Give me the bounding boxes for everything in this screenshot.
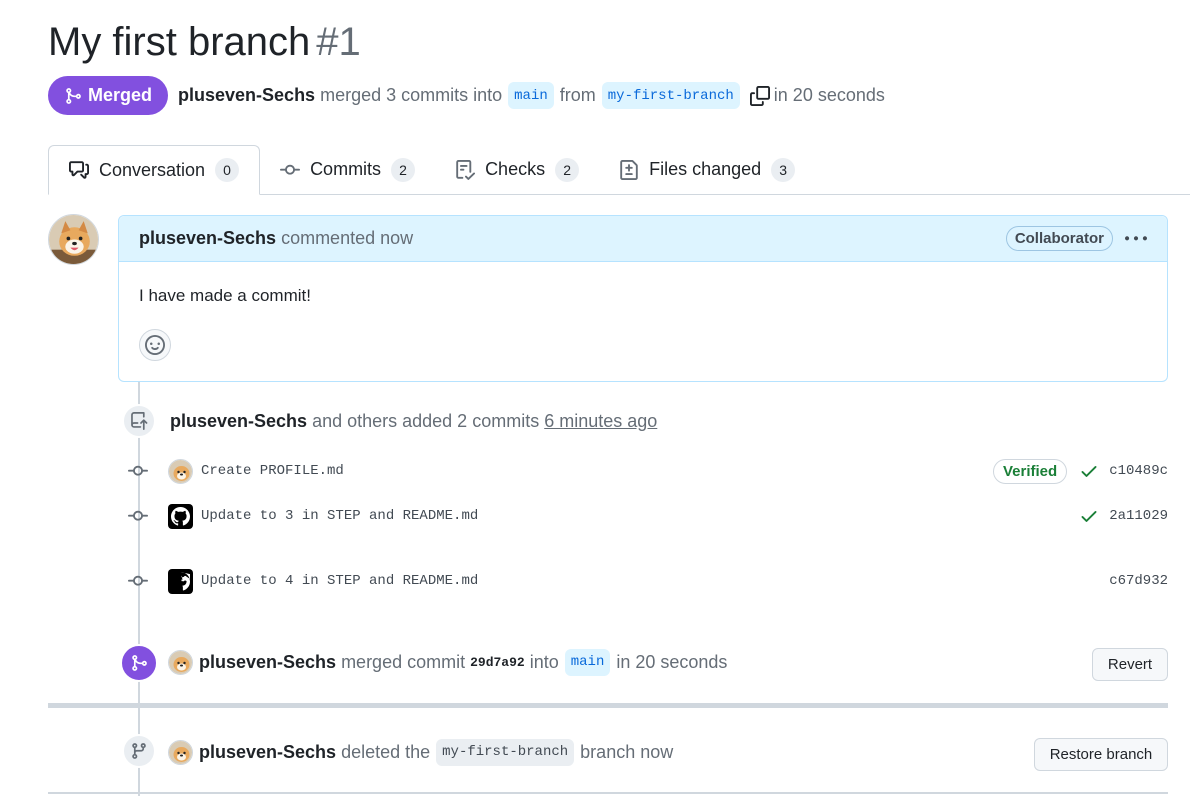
github-avatar[interactable] <box>168 568 193 594</box>
tab-label: Checks <box>485 159 546 179</box>
event-author[interactable]: pluseven-Sechs <box>199 742 336 763</box>
github-avatar[interactable] <box>168 503 193 529</box>
comment-box: pluseven-Sechs commented now Collaborato… <box>118 215 1168 382</box>
tab-label: Conversation <box>99 159 206 180</box>
merge-event: pluseven-Sechs merged commit 29d7a92 int… <box>168 648 727 676</box>
commit-sha[interactable]: c67d932 <box>1109 573 1168 589</box>
author-avatar[interactable] <box>48 214 99 265</box>
git-commit-icon <box>280 160 301 180</box>
repo-push-icon <box>131 412 148 430</box>
comment-header: pluseven-Sechs commented now Collaborato… <box>119 216 1167 262</box>
commit-message[interactable]: Create PROFILE.md <box>201 463 344 479</box>
commit-meta: Verified c10489c <box>992 458 1168 484</box>
copy-icon[interactable] <box>749 85 770 106</box>
tab-counter: 3 <box>771 157 796 182</box>
event-text: merged commit <box>341 651 466 672</box>
git-merge-icon <box>132 655 147 671</box>
revert-button[interactable]: Revert <box>1092 648 1168 681</box>
timeline-separator <box>48 792 1168 794</box>
pr-number: #1 <box>316 20 361 64</box>
merge-commit-sha[interactable]: 29d7a92 <box>470 655 525 670</box>
event-time-link[interactable]: 6 minutes ago <box>544 411 657 432</box>
dog-avatar[interactable] <box>168 458 193 484</box>
git-merge-icon <box>66 87 81 104</box>
event-text: deleted the <box>341 741 431 762</box>
merged-event-badge <box>120 644 158 682</box>
repo-push-badge <box>122 404 156 438</box>
restore-branch-button[interactable]: Restore branch <box>1034 738 1168 771</box>
from-text: from <box>559 85 596 105</box>
tab-counter: 0 <box>215 158 240 182</box>
commit-meta: 2a11029 <box>1079 506 1168 526</box>
comment-body: I have made a commit! <box>139 286 311 305</box>
commit-message[interactable]: Update to 4 in STEP and README.md <box>201 573 478 589</box>
pr-title: My first branch <box>48 20 311 64</box>
merge-text: merged 3 commits into <box>320 85 503 105</box>
pr-tabs: Conversation 0 Commits 2 Checks 2 Files … <box>48 145 1190 195</box>
event-suffix: branch now <box>580 741 674 762</box>
tab-label: Files changed <box>649 159 762 179</box>
base-branch[interactable]: main <box>508 82 554 109</box>
branch-deleted-badge <box>122 734 156 768</box>
file-diff-icon <box>619 159 639 180</box>
comment-action: commented now <box>281 228 414 248</box>
dog-avatar[interactable] <box>168 649 193 675</box>
timeline-separator <box>48 703 1168 708</box>
kebab-horizontal-icon[interactable] <box>1125 228 1147 250</box>
comment-author[interactable]: pluseven-Sechs <box>139 228 276 249</box>
commit-row: Create PROFILE.md Verified c10489c <box>126 457 1168 485</box>
commit-message[interactable]: Update to 3 in STEP and README.md <box>201 508 478 524</box>
dog-avatar[interactable] <box>168 739 193 765</box>
check-icon[interactable] <box>1079 506 1099 526</box>
git-commit-icon <box>126 571 150 591</box>
tab-commits[interactable]: Commits 2 <box>260 145 435 194</box>
state-label: Merged <box>88 85 153 105</box>
merge-time: in 20 seconds <box>616 651 728 672</box>
event-author[interactable]: pluseven-Sechs <box>170 411 307 432</box>
tab-counter: 2 <box>555 157 580 182</box>
commit-row: Update to 4 in STEP and README.md c67d93… <box>126 567 1168 595</box>
git-branch-icon <box>132 743 146 759</box>
head-branch[interactable]: my-first-branch <box>601 82 740 109</box>
deleted-branch[interactable]: my-first-branch <box>436 738 575 766</box>
tab-label: Commits <box>310 159 382 179</box>
event-author[interactable]: pluseven-Sechs <box>199 652 336 673</box>
page-title: My first branch #1 <box>48 18 361 66</box>
check-icon[interactable] <box>1079 461 1099 481</box>
add-reaction-button[interactable] <box>139 329 171 361</box>
base-branch[interactable]: main <box>564 648 611 676</box>
git-commit-icon <box>126 506 150 526</box>
tab-counter: 2 <box>391 157 416 182</box>
tab-files-changed[interactable]: Files changed 3 <box>599 145 815 194</box>
tab-checks[interactable]: Checks 2 <box>435 145 599 194</box>
pr-meta: Merged pluseven-Sechs merged 3 commits i… <box>48 76 885 115</box>
pr-author[interactable]: pluseven-Sechs <box>178 85 315 106</box>
git-commit-icon <box>126 461 150 481</box>
comment-discussion-icon <box>69 160 89 180</box>
github-mark-icon <box>180 571 190 591</box>
commit-meta: c67d932 <box>1109 573 1168 589</box>
tab-conversation[interactable]: Conversation 0 <box>48 145 261 195</box>
into-text: into <box>529 651 559 672</box>
commit-sha[interactable]: 2a11029 <box>1109 508 1168 524</box>
commit-sha[interactable]: c10489c <box>1109 463 1168 479</box>
checklist-icon <box>455 159 476 180</box>
commit-row: Update to 3 in STEP and README.md 2a1102… <box>126 502 1168 530</box>
branch-deleted-event: pluseven-Sechs deleted the my-first-bran… <box>168 738 673 766</box>
verified-badge[interactable]: Verified <box>992 458 1068 484</box>
merged-state-badge: Merged <box>48 76 169 115</box>
github-mark-icon <box>171 506 190 526</box>
merge-time: in 20 seconds <box>773 85 885 105</box>
collaborator-badge: Collaborator <box>1005 226 1113 251</box>
commits-added-event: pluseven-Sechs and others added 2 commit… <box>170 407 657 435</box>
smiley-icon <box>145 335 165 355</box>
event-text: and others added 2 commits <box>312 410 540 431</box>
